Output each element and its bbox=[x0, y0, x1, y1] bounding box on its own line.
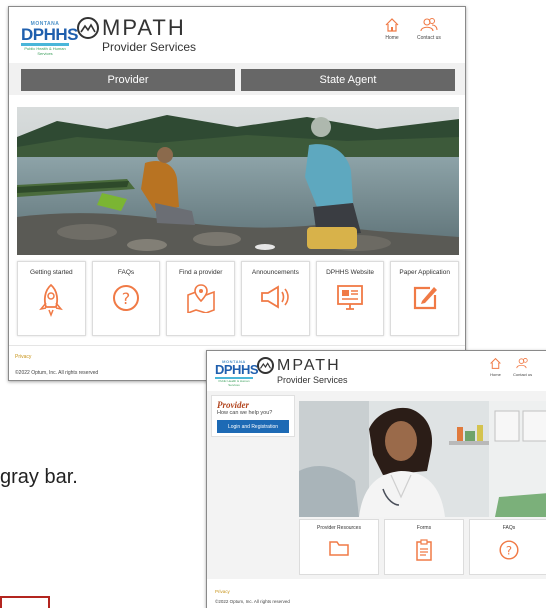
home-label: Home bbox=[385, 35, 399, 41]
tile-label: Paper Application bbox=[399, 269, 450, 276]
highlight-box-fragment bbox=[0, 596, 50, 608]
role-tab-strip: Provider State Agent bbox=[9, 63, 465, 95]
document-text-fragment: gray bar. bbox=[0, 466, 78, 488]
dphhs-logo[interactable]: MONTANA DPHHS Public Health & Human Serv… bbox=[215, 359, 259, 387]
provider-card-subtitle: How can we help you? bbox=[217, 410, 273, 416]
quick-links-row: Provider Resources Forms FAQs ? bbox=[299, 519, 546, 575]
tab-provider[interactable]: Provider bbox=[21, 69, 235, 91]
tile-label: Provider Resources bbox=[317, 525, 361, 531]
logo-main-text: DPHHS bbox=[215, 362, 259, 377]
home-icon bbox=[490, 357, 501, 369]
question-circle-icon: ? bbox=[499, 540, 519, 560]
quick-links-row: Getting started FAQs ? Find a provider A… bbox=[17, 261, 460, 336]
mpath-mountain-icon bbox=[77, 17, 99, 39]
tile-provider-resources[interactable]: Provider Resources bbox=[299, 519, 379, 575]
mpath-brand[interactable]: MPATH Provider Services bbox=[77, 17, 196, 54]
tile-forms[interactable]: Forms bbox=[384, 519, 464, 575]
tile-label: Forms bbox=[416, 525, 432, 531]
copyright-text: ©2022 Optum, Inc. All rights reserved bbox=[15, 370, 99, 376]
screenshot-provider-landing: MONTANA DPHHS Public Health & Human Serv… bbox=[206, 350, 546, 608]
tile-label: Announcements bbox=[251, 269, 299, 276]
contact-label: Contact us bbox=[513, 372, 533, 377]
contact-users-icon bbox=[420, 18, 438, 32]
clipboard-icon bbox=[416, 539, 432, 561]
provider-card-title: Provider bbox=[217, 400, 249, 410]
tile-find-a-provider[interactable]: Find a provider bbox=[166, 261, 236, 336]
header: MONTANA DPHHS Public Health & Human Serv… bbox=[207, 351, 546, 391]
tile-getting-started[interactable]: Getting started bbox=[17, 261, 86, 336]
login-registration-button[interactable]: Login and Registration bbox=[217, 420, 289, 433]
brand-subtitle: Provider Services bbox=[277, 375, 348, 385]
footer: Privacy ©2022 Optum, Inc. All rights res… bbox=[207, 583, 546, 608]
tile-paper-application[interactable]: Paper Application bbox=[390, 261, 460, 336]
home-label: Home bbox=[490, 372, 501, 377]
home-nav[interactable]: Home bbox=[489, 357, 502, 377]
brand-subtitle: Provider Services bbox=[102, 40, 197, 54]
home-nav[interactable]: Home bbox=[384, 17, 400, 41]
tile-faqs[interactable]: FAQs ? bbox=[469, 519, 546, 575]
logo-main-text: DPHHS bbox=[21, 25, 79, 44]
svg-text:?: ? bbox=[122, 289, 131, 308]
question-circle-icon: ? bbox=[113, 285, 139, 311]
brand-title: MPATH bbox=[102, 15, 186, 40]
mpath-mountain-icon bbox=[257, 357, 274, 374]
screenshot-provider-portal: MONTANA DPHHS Public Health & Human Serv… bbox=[8, 6, 466, 381]
header: MONTANA DPHHS Public Health & Human Serv… bbox=[9, 7, 465, 61]
tile-label: Getting started bbox=[30, 269, 73, 276]
contact-label: Contact us bbox=[417, 35, 441, 41]
privacy-link[interactable]: Privacy bbox=[215, 589, 230, 594]
tile-faqs[interactable]: FAQs ? bbox=[91, 261, 161, 336]
tile-label: FAQs bbox=[117, 269, 135, 276]
tile-label: DPHHS Website bbox=[326, 269, 374, 276]
stage: MONTANA DPHHS Public Health & Human Serv… bbox=[0, 0, 546, 608]
copyright-text: ©2022 Optum, Inc. All rights reserved bbox=[215, 599, 290, 604]
privacy-link[interactable]: Privacy bbox=[15, 354, 31, 360]
megaphone-icon bbox=[261, 285, 290, 309]
brand-title: MPATH bbox=[277, 356, 341, 374]
tab-state-agent[interactable]: State Agent bbox=[241, 69, 455, 91]
tile-label: Find a provider bbox=[179, 269, 223, 276]
website-icon bbox=[337, 285, 363, 310]
contact-users-icon bbox=[515, 358, 528, 369]
edit-document-icon bbox=[413, 286, 437, 310]
mpath-brand[interactable]: MPATH Provider Services bbox=[257, 357, 348, 385]
svg-text:?: ? bbox=[506, 543, 512, 557]
hero-lake-photo bbox=[17, 107, 459, 255]
hero-doctor-photo bbox=[299, 401, 546, 517]
logo-sub-text: Public Health & Human Services bbox=[218, 379, 250, 387]
map-location-icon bbox=[186, 284, 215, 313]
dphhs-logo[interactable]: MONTANA DPHHS Public Health & Human Serv… bbox=[21, 21, 79, 56]
logo-sub-text: Public Health & Human Services bbox=[24, 46, 66, 56]
home-icon bbox=[385, 18, 399, 32]
provider-card: Provider How can we help you? Login and … bbox=[211, 395, 295, 437]
tile-announcements[interactable]: Announcements bbox=[241, 261, 310, 336]
contact-nav[interactable]: Contact us bbox=[513, 357, 532, 377]
folder-icon bbox=[329, 541, 349, 556]
tile-label: FAQs bbox=[502, 525, 516, 531]
rocket-icon bbox=[39, 283, 64, 317]
tile-dphhs-website[interactable]: DPHHS Website bbox=[315, 261, 385, 336]
contact-nav[interactable]: Contact us bbox=[417, 17, 441, 41]
